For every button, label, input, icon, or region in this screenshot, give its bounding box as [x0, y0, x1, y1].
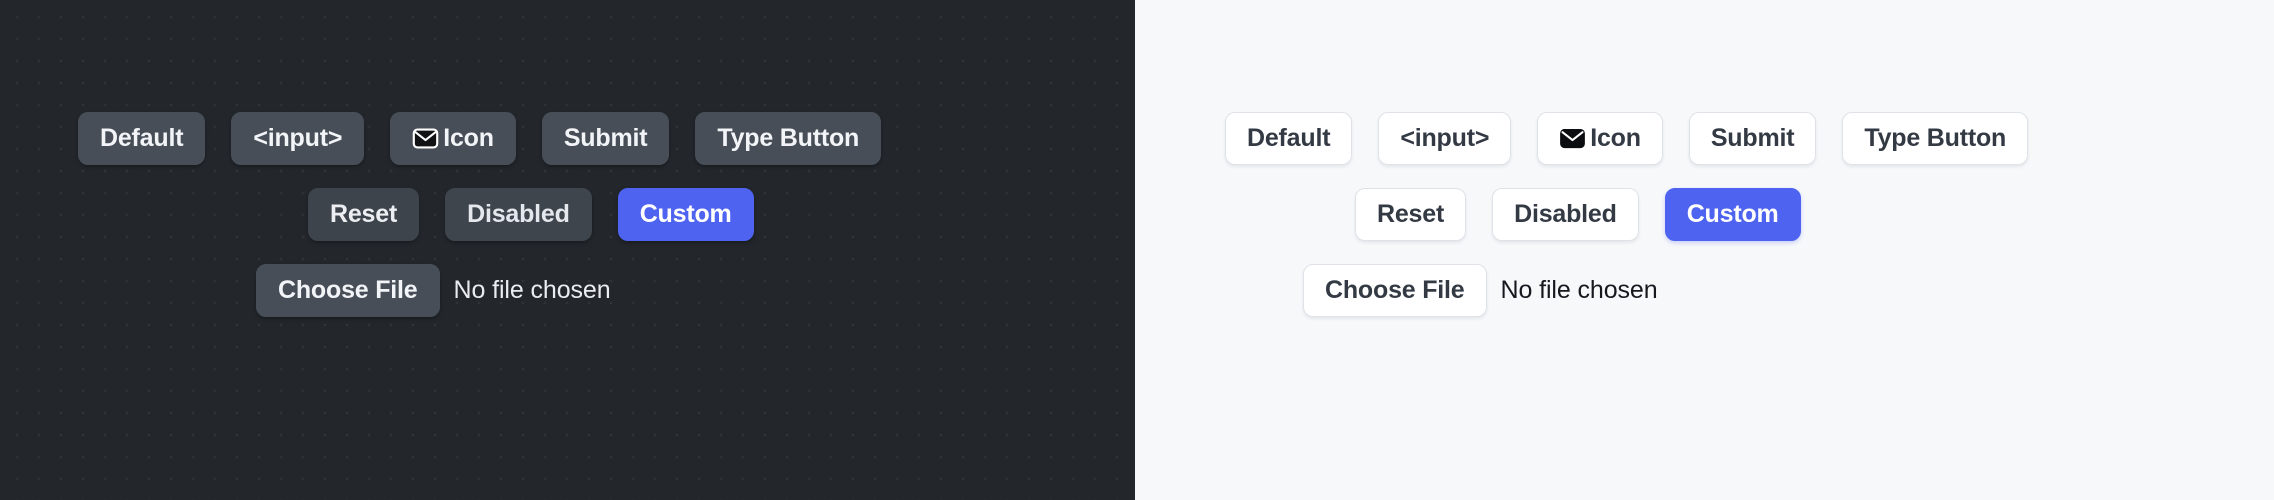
button-label: Disabled [1514, 199, 1617, 228]
dark-default-button[interactable]: Default [78, 111, 206, 165]
dark-reset-button[interactable]: Reset [308, 187, 420, 241]
button-label: Icon [1590, 123, 1641, 152]
light-icon-button[interactable]: Icon [1537, 111, 1663, 165]
button-label: <input> [253, 123, 343, 152]
dark-theme-panel: Default <input> Icon Submit Type Button … [0, 0, 1135, 500]
light-input-button[interactable]: <input> [1378, 111, 1512, 165]
theme-comparison-stage: Default <input> Icon Submit Type Button … [0, 0, 2274, 500]
light-custom-button[interactable]: Custom [1664, 187, 1801, 241]
button-label: Reset [1377, 199, 1445, 228]
dark-file-input-row: Choose File No file chosen [78, 260, 1213, 320]
button-label: Custom [1686, 199, 1779, 228]
button-label: Type Button [1864, 123, 2007, 152]
envelope-icon [1559, 125, 1586, 152]
dark-custom-button[interactable]: Custom [617, 187, 754, 241]
light-choose-file-button[interactable]: Choose File [1303, 263, 1487, 317]
button-label: <input> [1400, 123, 1490, 152]
light-submit-button[interactable]: Submit [1688, 111, 1817, 165]
light-button-row-2: Reset Disabled Custom [1225, 184, 2274, 244]
button-label: Default [100, 123, 184, 152]
light-disabled-button: Disabled [1492, 187, 1639, 241]
dark-disabled-button: Disabled [445, 187, 592, 241]
light-button-row-1: Default <input> Icon Submit Type Button [1225, 108, 2274, 168]
dark-submit-button[interactable]: Submit [541, 111, 670, 165]
dark-file-status-text: No file chosen [453, 275, 611, 304]
light-file-status-text: No file chosen [1500, 275, 1658, 304]
dark-button-rows: Default <input> Icon Submit Type Button … [0, 108, 1213, 320]
button-label: Default [1247, 123, 1331, 152]
button-label: Submit [1710, 123, 1795, 152]
dark-type-button[interactable]: Type Button [695, 111, 882, 165]
light-file-input-row: Choose File No file chosen [1225, 260, 2274, 320]
light-type-button[interactable]: Type Button [1842, 111, 2029, 165]
dark-choose-file-button[interactable]: Choose File [256, 263, 440, 317]
light-reset-button[interactable]: Reset [1355, 187, 1467, 241]
envelope-icon [412, 125, 439, 152]
dark-button-row-2: Reset Disabled Custom [78, 184, 1213, 244]
dark-button-row-1: Default <input> Icon Submit Type Button [78, 108, 1213, 168]
button-label: Choose File [278, 275, 418, 304]
button-label: Reset [330, 199, 398, 228]
dark-icon-button[interactable]: Icon [390, 111, 516, 165]
button-label: Submit [563, 123, 648, 152]
button-label: Choose File [1325, 275, 1465, 304]
button-label: Type Button [717, 123, 860, 152]
light-theme-panel: Default <input> Icon Submit Type Button … [1135, 0, 2274, 500]
dark-input-button[interactable]: <input> [231, 111, 365, 165]
button-label: Custom [639, 199, 732, 228]
light-default-button[interactable]: Default [1225, 111, 1353, 165]
button-label: Icon [443, 123, 494, 152]
light-button-rows: Default <input> Icon Submit Type Button … [1135, 108, 2274, 320]
button-label: Disabled [467, 199, 570, 228]
